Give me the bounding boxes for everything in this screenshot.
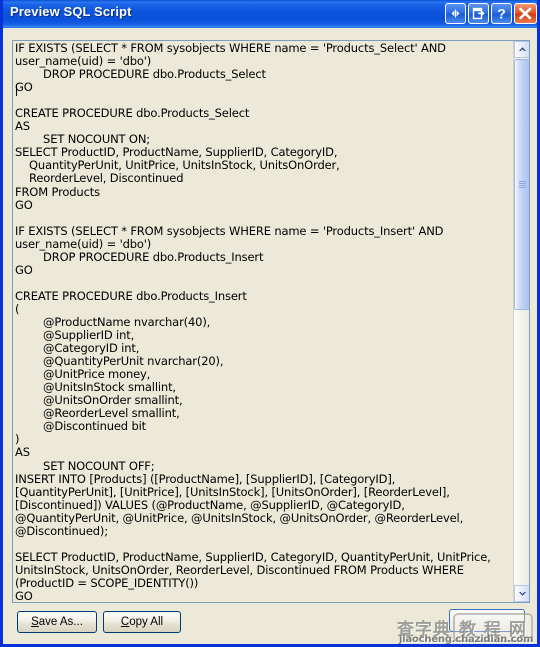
chevron-down-icon	[518, 592, 526, 596]
preview-sql-script-window: Preview SQL Script ? IF EXISTS (SELECT *…	[0, 0, 540, 647]
titlebar-button-group: ?	[445, 3, 537, 24]
save-as-rest: ave As...	[38, 616, 83, 628]
copy-all-rest: opy All	[129, 616, 164, 628]
close-x-icon	[519, 7, 532, 20]
scrollbar-grip-icon	[519, 180, 526, 189]
sql-script-text[interactable]: IF EXISTS (SELECT * FROM sysobjects WHER…	[15, 41, 497, 602]
left-right-arrow-icon	[451, 9, 460, 18]
question-mark-icon: ?	[497, 6, 506, 22]
chevron-up-icon	[518, 47, 526, 51]
sql-script-textbox[interactable]: IF EXISTS (SELECT * FROM sysobjects WHER…	[12, 40, 530, 603]
window-title: Preview SQL Script	[10, 4, 132, 19]
scroll-down-button[interactable]	[514, 585, 529, 602]
window-titlebar[interactable]: Preview SQL Script ?	[1, 0, 540, 28]
copy-all-button[interactable]: Copy All	[103, 611, 181, 633]
scrollbar-track[interactable]	[514, 58, 529, 585]
save-as-button[interactable]: Save As...	[17, 611, 97, 633]
watermark-url: jiaocheng.chazidian.com	[399, 634, 534, 645]
close-window-button[interactable]	[514, 3, 537, 24]
close-dialog-button[interactable]	[449, 609, 525, 632]
resize-restore-button[interactable]	[445, 3, 466, 24]
save-as-accel: S	[31, 616, 39, 628]
svg-text:?: ?	[497, 6, 506, 22]
copy-all-button-label: Copy All	[121, 616, 163, 628]
copy-all-accel: C	[120, 616, 130, 628]
scrollbar-thumb[interactable]	[514, 59, 529, 310]
save-as-button-label: Save As...	[31, 616, 83, 628]
scroll-up-button[interactable]	[514, 41, 529, 58]
vertical-scrollbar[interactable]	[513, 41, 529, 602]
maximize-restore-button[interactable]	[468, 3, 489, 24]
restore-window-icon	[472, 7, 485, 20]
help-button[interactable]: ?	[491, 3, 512, 24]
watermark-cn-left: 查字典	[397, 620, 451, 640]
